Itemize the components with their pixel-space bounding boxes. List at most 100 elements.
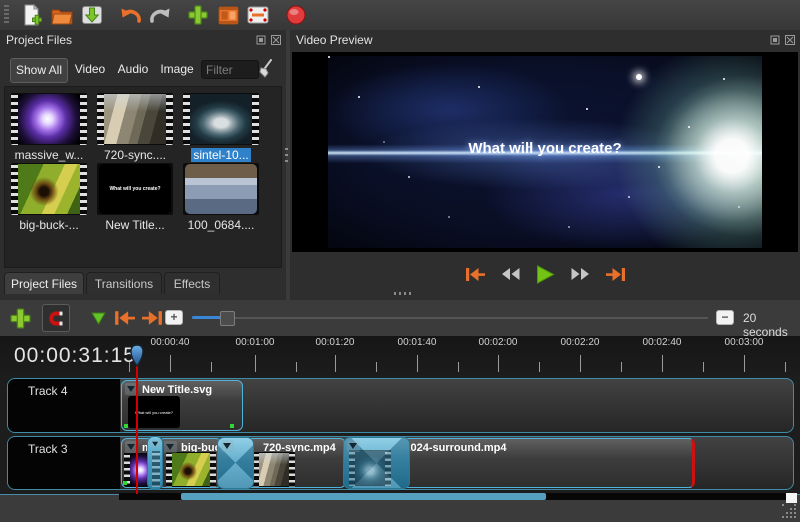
file-thumbnail[interactable] — [183, 93, 259, 145]
toolbar-drag-handle[interactable] — [4, 5, 9, 25]
record-circle-icon — [285, 4, 307, 26]
file-thumbnail[interactable]: What will you create? — [97, 163, 173, 215]
zoom-scale-label: 20 seconds — [743, 311, 800, 339]
ruler-tick-minor — [785, 362, 786, 372]
play-icon — [535, 265, 556, 284]
broom-icon[interactable] — [257, 59, 275, 78]
file-item-selected[interactable]: sintel-10... — [179, 93, 263, 162]
openshot-window: Project Files Show All Video Audio Image… — [0, 0, 800, 522]
filter-video-button[interactable]: Video — [70, 58, 110, 81]
ruler-tick-minor — [703, 362, 704, 372]
redo-button[interactable] — [145, 1, 175, 29]
add-track-button[interactable] — [6, 304, 34, 332]
video-preview-title: Video Preview — [290, 30, 800, 50]
ruler-tick-major — [498, 355, 499, 372]
tab-transitions[interactable]: Transitions — [86, 272, 162, 294]
jump-to-end-button[interactable] — [605, 267, 627, 282]
clip-big-buck[interactable]: big-buck- — [158, 438, 222, 488]
file-item[interactable]: big-buck-... — [7, 163, 91, 232]
magnet-icon — [47, 310, 65, 327]
fullscreen-button[interactable] — [243, 1, 273, 29]
play-button[interactable] — [535, 265, 556, 284]
horizontal-splitter-handle[interactable] — [394, 292, 412, 295]
chevron-down-icon[interactable] — [347, 440, 360, 452]
rewind-button[interactable] — [500, 267, 521, 281]
fast-forward-icon — [570, 267, 591, 281]
float-panel-icon[interactable] — [770, 35, 780, 45]
clip-new-title[interactable]: New Title.svg What will you create? — [121, 380, 243, 431]
ruler-tick-minor — [621, 362, 622, 372]
open-project-button[interactable] — [47, 1, 77, 29]
ruler-label: 00:02:40 — [643, 337, 682, 348]
chevron-down-icon[interactable] — [164, 441, 177, 453]
jump-end-icon — [605, 267, 627, 282]
jump-to-start-button[interactable] — [464, 267, 486, 282]
zoom-slider-track[interactable] — [192, 317, 708, 319]
ruler-tick-minor — [376, 362, 377, 372]
transition[interactable] — [343, 437, 410, 489]
project-files-title: Project Files — [0, 30, 286, 50]
plus-icon — [9, 307, 32, 330]
transition[interactable] — [217, 437, 254, 489]
zoom-in-button[interactable]: + — [165, 310, 183, 325]
project-files-panel: Project Files Show All Video Audio Image… — [0, 30, 286, 300]
zoom-slider-handle[interactable] — [220, 311, 235, 326]
file-label: 720-sync.... — [93, 148, 177, 162]
filter-input[interactable] — [201, 60, 259, 79]
clip-thumbnail — [253, 452, 295, 487]
next-marker-icon — [141, 310, 164, 326]
tab-effects[interactable]: Effects — [164, 272, 220, 294]
chevron-down-icon[interactable] — [151, 440, 161, 449]
filter-show-all-button[interactable]: Show All — [10, 58, 68, 83]
video-overlay-text: What will you create? — [328, 140, 762, 157]
file-thumbnail[interactable] — [11, 163, 87, 215]
clip-marker — [123, 481, 127, 485]
video-canvas[interactable]: What will you create? — [292, 52, 798, 252]
close-panel-icon[interactable] — [271, 35, 281, 45]
undo-button[interactable] — [115, 1, 145, 29]
export-video-button[interactable] — [281, 1, 311, 29]
close-panel-icon[interactable] — [785, 35, 795, 45]
timeline-hscrollbar[interactable] — [119, 493, 786, 500]
fast-forward-button[interactable] — [570, 267, 591, 281]
choose-profile-button[interactable] — [213, 1, 243, 29]
file-item[interactable]: massive_w... — [7, 93, 91, 162]
import-files-button[interactable] — [183, 1, 213, 29]
ruler-tick-major — [335, 355, 336, 372]
video-frame: What will you create? — [328, 56, 762, 248]
file-thumbnail[interactable] — [11, 93, 87, 145]
save-project-button[interactable] — [77, 1, 107, 29]
file-item[interactable]: 100_0684.... — [179, 163, 263, 232]
filter-audio-button[interactable]: Audio — [113, 58, 153, 81]
ruler-label: 00:01:20 — [316, 337, 355, 348]
chevron-down-icon[interactable] — [221, 440, 234, 452]
add-marker-button[interactable] — [84, 304, 112, 332]
file-item[interactable]: What will you create? New Title... — [93, 163, 177, 232]
timeline-hscrollbar-thumb[interactable] — [181, 493, 546, 500]
new-project-button[interactable] — [17, 1, 47, 29]
filter-image-button[interactable]: Image — [156, 58, 198, 81]
file-thumbnail[interactable] — [183, 163, 259, 215]
tab-project-files[interactable]: Project Files — [4, 272, 84, 294]
file-label: big-buck-... — [7, 218, 91, 232]
clip-720-sync[interactable]: 720-sync.mp4 — [240, 438, 346, 488]
transition[interactable] — [147, 436, 163, 490]
file-label: sintel-10... — [191, 148, 250, 162]
playhead-marker[interactable] — [126, 342, 148, 368]
snapping-toggle-button[interactable] — [42, 304, 70, 332]
file-item[interactable]: 720-sync.... — [93, 93, 177, 162]
window-resize-grip[interactable] — [782, 504, 784, 506]
clip-thumbnail — [166, 452, 216, 487]
undo-icon — [119, 6, 142, 24]
float-panel-icon[interactable] — [256, 35, 266, 45]
clip-marker — [124, 424, 128, 428]
file-thumbnail[interactable] — [97, 93, 173, 145]
timeline-vscrollbar-thumb[interactable] — [786, 493, 797, 503]
zoom-out-button[interactable]: − — [716, 310, 734, 325]
next-marker-button[interactable] — [138, 304, 166, 332]
vertical-splitter-handle[interactable] — [285, 148, 288, 164]
previous-marker-button[interactable] — [110, 304, 138, 332]
transition-underlay — [349, 450, 391, 486]
playhead-line[interactable] — [136, 364, 138, 494]
ruler-label: 00:01:00 — [236, 337, 275, 348]
